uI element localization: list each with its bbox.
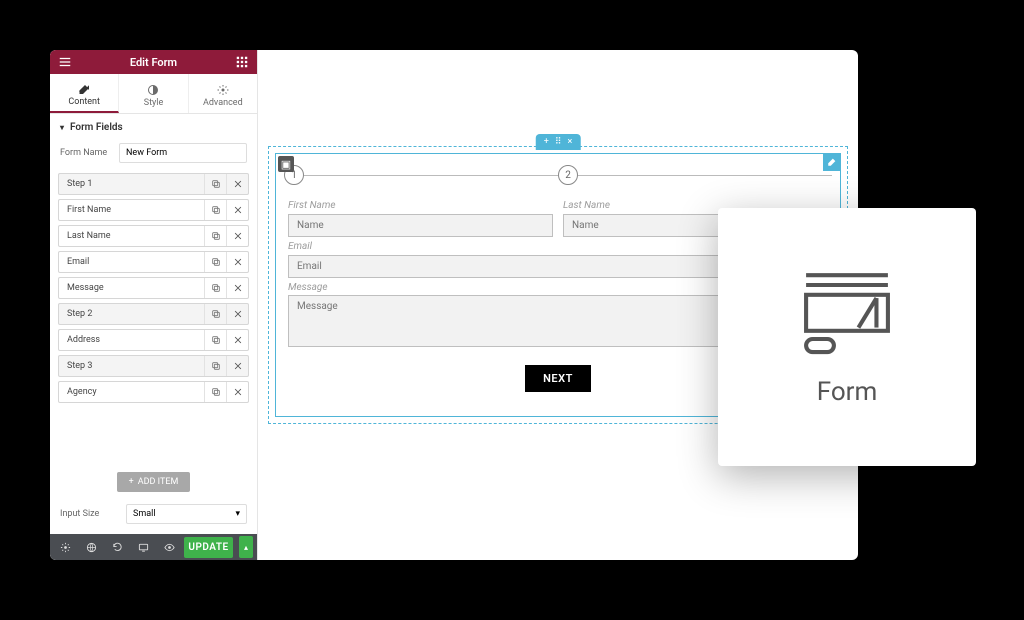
responsive-icon[interactable] (132, 538, 154, 556)
remove-icon[interactable] (226, 226, 248, 246)
duplicate-icon[interactable] (204, 304, 226, 324)
step-line (578, 175, 832, 176)
duplicate-icon[interactable] (204, 330, 226, 350)
tab-advanced[interactable]: Advanced (189, 74, 257, 113)
section-drag-icon[interactable]: ⠿ (555, 137, 562, 147)
form-name-label: Form Name (60, 148, 113, 158)
menu-icon[interactable] (58, 55, 72, 69)
form-card-caption: Form (817, 377, 878, 407)
plus-icon: + (129, 477, 134, 487)
duplicate-icon[interactable] (204, 382, 226, 402)
duplicate-icon[interactable] (204, 200, 226, 220)
input-size-label: Input Size (60, 509, 120, 519)
add-item-button[interactable]: + ADD ITEM (117, 472, 191, 492)
field-row[interactable]: Email (58, 251, 249, 273)
sidebar-tabs: Content Style Advanced (50, 74, 257, 114)
remove-icon[interactable] (226, 356, 248, 376)
history-icon[interactable] (106, 538, 128, 556)
tab-style-label: Style (144, 98, 164, 108)
field-row[interactable]: Agency (58, 381, 249, 403)
fields-list: Step 1 First Name Last Name Email Message Ste… (50, 173, 257, 462)
field-row[interactable]: Message (58, 277, 249, 299)
form-name-row: Form Name (50, 141, 257, 173)
field-row[interactable]: Step 3 (58, 355, 249, 377)
duplicate-icon[interactable] (204, 226, 226, 246)
field-label: Step 3 (59, 361, 204, 371)
first-name-input[interactable] (288, 214, 553, 237)
duplicate-icon[interactable] (204, 252, 226, 272)
sidebar-title: Edit Form (130, 56, 177, 69)
field-label: Email (59, 257, 204, 267)
remove-icon[interactable] (226, 304, 248, 324)
step-2-badge: 2 (558, 165, 578, 185)
remove-icon[interactable] (226, 174, 248, 194)
section-close-icon[interactable]: × (567, 137, 572, 147)
globe-icon[interactable] (80, 538, 102, 556)
field-row[interactable]: First Name (58, 199, 249, 221)
field-label: Agency (59, 387, 204, 397)
tab-content-label: Content (68, 97, 100, 107)
tab-advanced-label: Advanced (203, 98, 243, 108)
tab-style[interactable]: Style (119, 74, 188, 113)
settings-icon[interactable] (54, 538, 76, 556)
next-button[interactable]: NEXT (525, 365, 591, 392)
add-widget-handle[interactable]: ▣ (278, 156, 294, 172)
sidebar-header: Edit Form (50, 50, 257, 74)
section-form-fields[interactable]: Form Fields (50, 114, 257, 141)
field-row[interactable]: Last Name (58, 225, 249, 247)
add-item-label: ADD ITEM (138, 477, 179, 487)
step-line (304, 175, 558, 176)
update-button[interactable]: UPDATE (184, 537, 233, 558)
field-row[interactable]: Address (58, 329, 249, 351)
update-caret-button[interactable]: ▴ (239, 536, 253, 558)
duplicate-icon[interactable] (204, 278, 226, 298)
remove-icon[interactable] (226, 252, 248, 272)
input-size-value: Small (133, 509, 156, 519)
sidebar-panel: Edit Form Content Style Advanced Form Fi… (50, 50, 258, 560)
first-name-label: First Name (288, 200, 553, 211)
field-row[interactable]: Step 2 (58, 303, 249, 325)
tab-content[interactable]: Content (50, 74, 119, 113)
section-toolbar: + ⠿ × (536, 134, 581, 150)
apps-icon[interactable] (235, 55, 249, 69)
section-add-icon[interactable]: + (544, 137, 549, 147)
remove-icon[interactable] (226, 200, 248, 220)
form-widget-card[interactable]: Form (718, 208, 976, 466)
field-label: First Name (59, 205, 204, 215)
sidebar-footer: UPDATE ▴ (50, 534, 257, 560)
form-name-input[interactable] (119, 143, 247, 163)
field-label: Address (59, 335, 204, 345)
field-label: Step 2 (59, 309, 204, 319)
duplicate-icon[interactable] (204, 356, 226, 376)
section-title-label: Form Fields (70, 122, 123, 133)
preview-icon[interactable] (158, 538, 180, 556)
steps-indicator: 1 2 (276, 160, 840, 190)
field-label: Message (59, 283, 204, 293)
field-label: Last Name (59, 231, 204, 241)
field-row[interactable]: Step 1 (58, 173, 249, 195)
remove-icon[interactable] (226, 382, 248, 402)
input-size-row: Input Size Small ▾ (50, 498, 257, 534)
field-label: Step 1 (59, 179, 204, 189)
form-icon (797, 267, 897, 357)
chevron-down-icon: ▾ (235, 509, 240, 519)
remove-icon[interactable] (226, 330, 248, 350)
remove-icon[interactable] (226, 278, 248, 298)
input-size-select[interactable]: Small ▾ (126, 504, 247, 524)
duplicate-icon[interactable] (204, 174, 226, 194)
edit-widget-handle[interactable] (823, 153, 841, 171)
